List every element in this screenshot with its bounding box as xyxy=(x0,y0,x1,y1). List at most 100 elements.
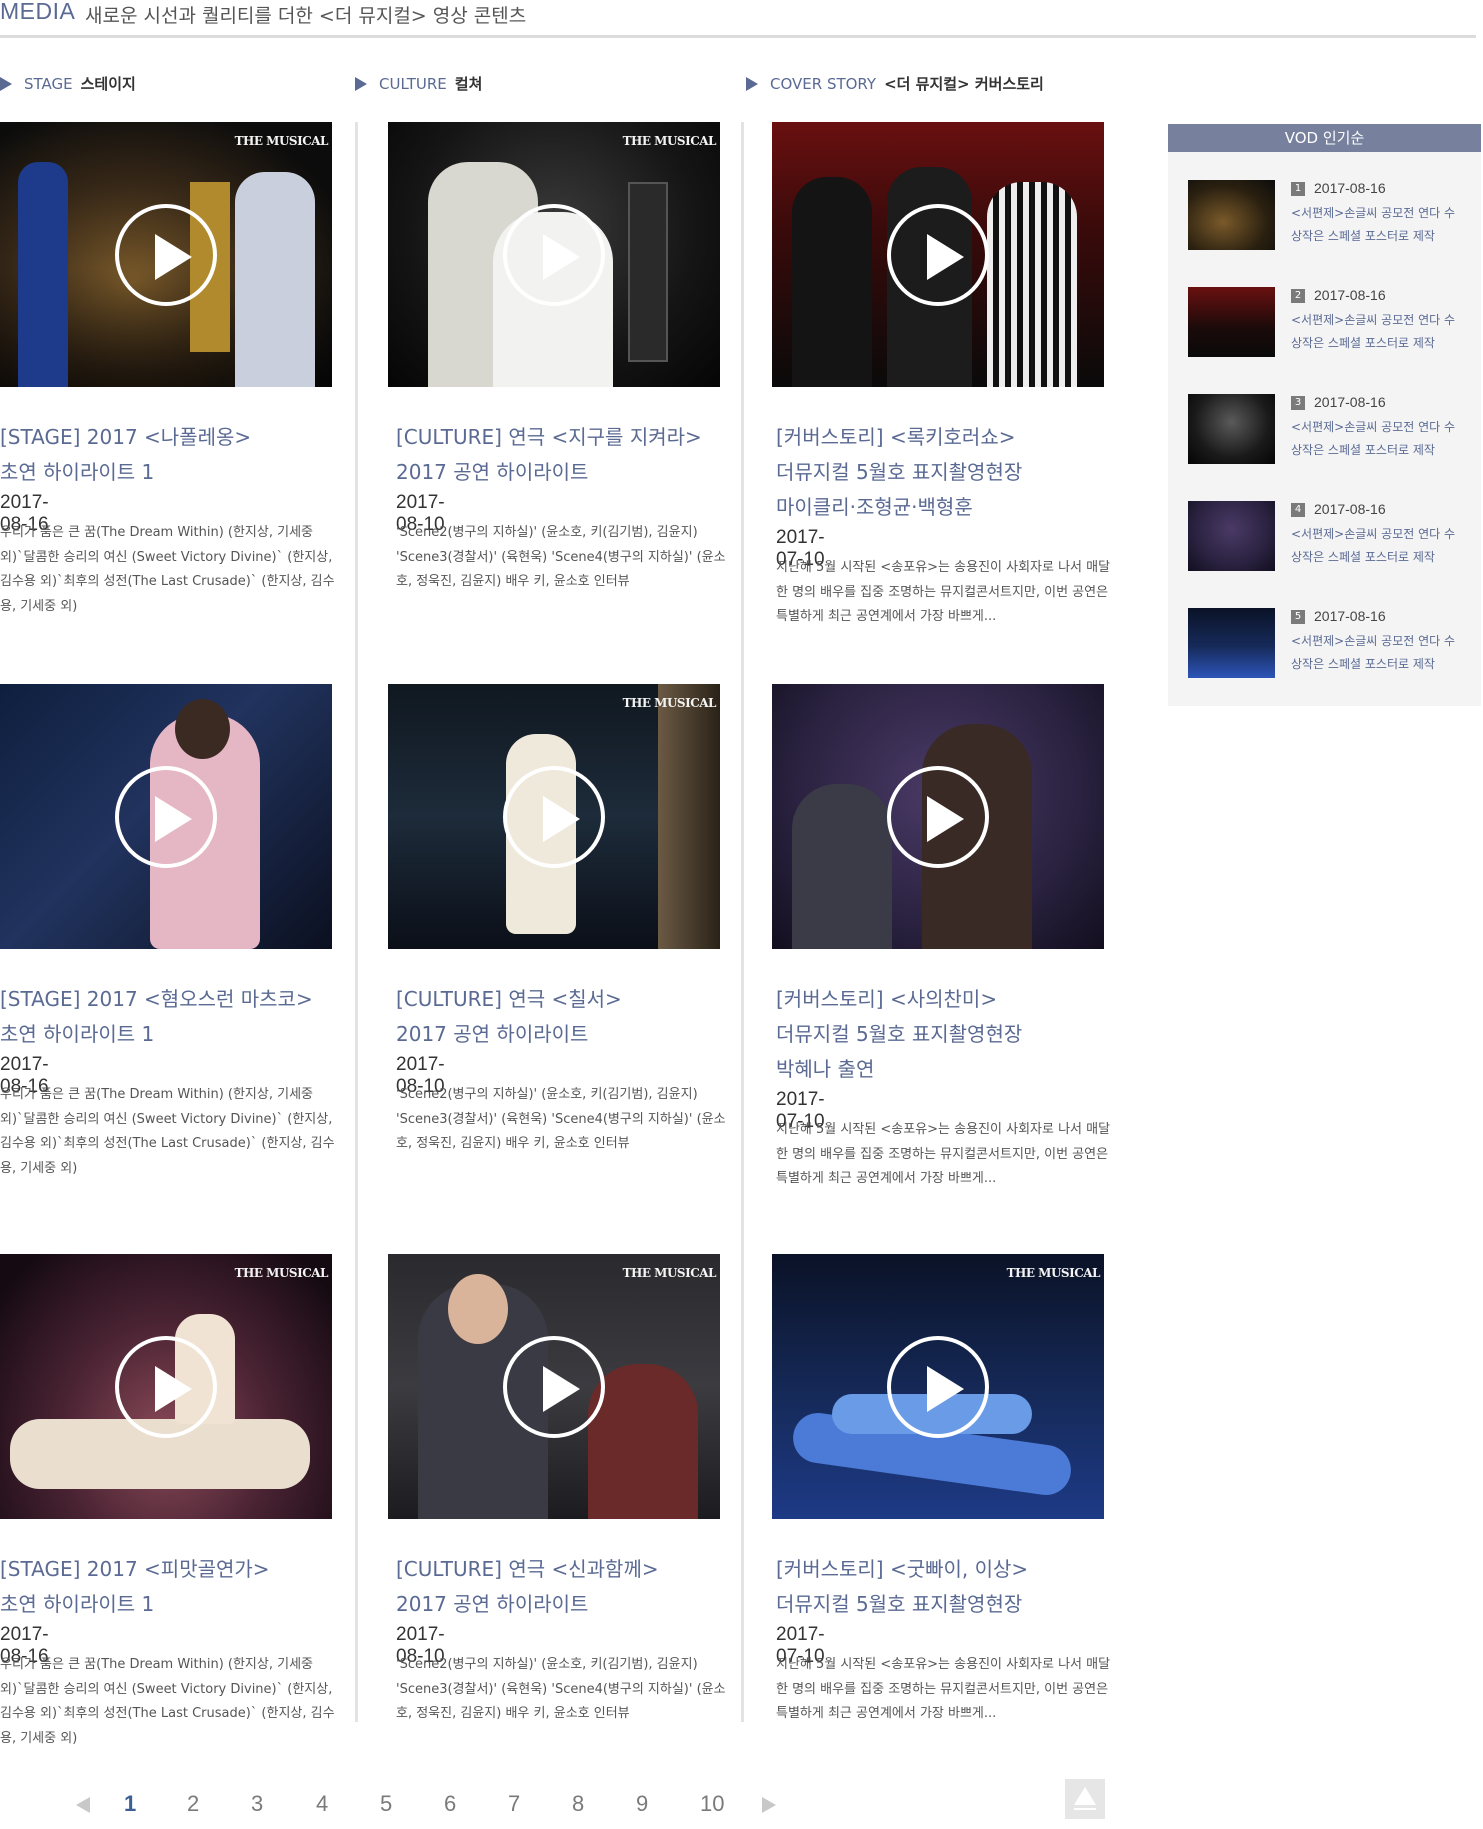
vod-title[interactable]: <서편제>손글씨 공모전 연다 수상작은 스페셜 포스터로 제작 xyxy=(1291,202,1466,248)
chevron-right-icon[interactable] xyxy=(762,1797,776,1813)
video-thumbnail[interactable]: THE MUSICAL xyxy=(772,1254,1104,1519)
video-thumbnail[interactable] xyxy=(772,684,1104,949)
vod-thumbnail[interactable] xyxy=(1188,394,1275,464)
card-description: 지난해 5월 시작된 <송포유>는 송용진이 사회자로 나서 매달 한 명의 배… xyxy=(776,560,1111,624)
video-thumbnail[interactable]: THE MUSICAL xyxy=(0,122,332,387)
triangle-right-icon xyxy=(0,76,12,91)
category-label-ko: 컬쳐 xyxy=(454,75,483,93)
vod-date: 2017-08-16 xyxy=(1314,501,1386,517)
page-link[interactable]: 10 xyxy=(700,1791,724,1817)
section-subtitle: 새로운 시선과 퀄리티를 더한 <더 뮤지컬> 영상 콘텐츠 xyxy=(85,5,527,27)
video-thumbnail[interactable]: THE MUSICAL xyxy=(388,1254,720,1519)
brand-watermark: THE MUSICAL xyxy=(622,696,717,710)
video-thumbnail[interactable] xyxy=(0,684,332,949)
triangle-right-icon xyxy=(746,76,758,91)
vod-date: 2017-08-16 xyxy=(1314,180,1386,196)
vod-thumbnail[interactable] xyxy=(1188,287,1275,357)
card-title[interactable]: [STAGE] 2017 <혐오스런 마츠코> 초연 하이라이트 1 xyxy=(0,982,350,1052)
card-title[interactable]: [CULTURE] 연극 <지구를 지켜라> 2017 공연 하이라이트 xyxy=(396,420,746,490)
vod-thumbnail[interactable] xyxy=(1188,501,1275,571)
section-title: MEDIA xyxy=(0,0,76,24)
card-title[interactable]: [커버스토리] <굿빠이, 이상> 더뮤지컬 5월호 표지촬영현장 xyxy=(776,1552,1126,1622)
brand-watermark: THE MUSICAL xyxy=(234,1266,329,1280)
vod-title[interactable]: <서편제>손글씨 공모전 연다 수상작은 스페셜 포스터로 제작 xyxy=(1291,416,1466,462)
card-description: 우리가 품은 큰 꿈(The Dream Within) (한지상, 기세중 외… xyxy=(0,1657,335,1746)
card-description: 'Scene2(병구의 지하실)' (윤소호, 키(김기범), 김윤지) 'Sc… xyxy=(396,525,726,589)
play-icon[interactable] xyxy=(503,1335,605,1438)
video-thumbnail[interactable]: THE MUSICAL xyxy=(388,684,720,949)
card-description: 지난해 5월 시작된 <송포유>는 송용진이 사회자로 나서 매달 한 명의 배… xyxy=(776,1657,1111,1721)
rank-badge: 5 xyxy=(1291,610,1305,624)
play-icon[interactable] xyxy=(887,765,989,868)
category-label-ko: 스테이지 xyxy=(80,75,136,93)
rank-badge: 2 xyxy=(1291,289,1305,303)
category-stage[interactable]: STAGE 스테이지 xyxy=(0,73,136,94)
play-icon[interactable] xyxy=(115,203,217,306)
category-label-en: CULTURE xyxy=(379,74,447,93)
brand-watermark: THE MUSICAL xyxy=(622,134,717,148)
category-label-ko: <더 뮤지컬> 커버스토리 xyxy=(884,75,1044,93)
play-icon[interactable] xyxy=(887,203,989,306)
play-icon[interactable] xyxy=(115,1335,217,1438)
category-cover-story[interactable]: COVER STORY <더 뮤지컬> 커버스토리 xyxy=(746,73,1044,94)
page-link[interactable]: 1 xyxy=(124,1791,136,1817)
page-link[interactable]: 4 xyxy=(316,1791,328,1817)
vod-thumbnail[interactable] xyxy=(1188,608,1275,678)
card-title[interactable]: [STAGE] 2017 <나폴레옹> 초연 하이라이트 1 xyxy=(0,420,350,490)
page-header: MEDIA 새로운 시선과 퀄리티를 더한 <더 뮤지컬> 영상 콘텐츠 xyxy=(0,0,1476,38)
page-link[interactable]: 7 xyxy=(508,1791,520,1817)
triangle-right-icon xyxy=(355,76,367,91)
card-title[interactable]: [CULTURE] 연극 <칠서> 2017 공연 하이라이트 xyxy=(396,982,746,1052)
rank-badge: 1 xyxy=(1291,182,1305,196)
rank-badge: 3 xyxy=(1291,396,1305,410)
vod-item[interactable]: 2 2017-08-16 <서편제>손글씨 공모전 연다 수상작은 스페셜 포스… xyxy=(1188,287,1473,357)
page-link[interactable]: 8 xyxy=(572,1791,584,1817)
vod-thumbnail[interactable] xyxy=(1188,180,1275,250)
card-title[interactable]: [CULTURE] 연극 <신과함께> 2017 공연 하이라이트 xyxy=(396,1552,746,1622)
page-link[interactable]: 5 xyxy=(380,1791,392,1817)
vod-date: 2017-08-16 xyxy=(1314,608,1386,624)
play-icon[interactable] xyxy=(503,203,605,306)
vod-heading: VOD 인기순 xyxy=(1168,124,1481,152)
vod-date: 2017-08-16 xyxy=(1314,394,1386,410)
page-link[interactable]: 3 xyxy=(251,1791,263,1817)
vod-date: 2017-08-16 xyxy=(1314,287,1386,303)
play-icon[interactable] xyxy=(503,765,605,868)
video-thumbnail[interactable]: THE MUSICAL xyxy=(0,1254,332,1519)
chevron-left-icon[interactable] xyxy=(76,1797,90,1813)
card-description: 우리가 품은 큰 꿈(The Dream Within) (한지상, 기세중 외… xyxy=(0,525,335,614)
column-divider xyxy=(741,122,744,1722)
card-title[interactable]: [커버스토리] <록키호러쇼> 더뮤지컬 5월호 표지촬영현장 마이클리·조형균… xyxy=(776,420,1126,525)
scroll-top-icon[interactable] xyxy=(1065,1779,1105,1819)
category-culture[interactable]: CULTURE 컬쳐 xyxy=(355,73,482,94)
page-link[interactable]: 6 xyxy=(444,1791,456,1817)
video-thumbnail[interactable] xyxy=(772,122,1104,387)
column-divider xyxy=(355,122,358,1722)
video-thumbnail[interactable]: THE MUSICAL xyxy=(388,122,720,387)
brand-watermark: THE MUSICAL xyxy=(234,134,329,148)
vod-title[interactable]: <서편제>손글씨 공모전 연다 수상작은 스페셜 포스터로 제작 xyxy=(1291,523,1466,569)
category-label-en: STAGE xyxy=(24,74,73,93)
vod-item[interactable]: 1 2017-08-16 <서편제>손글씨 공모전 연다 수상작은 스페셜 포스… xyxy=(1188,180,1473,250)
page-link[interactable]: 2 xyxy=(187,1791,199,1817)
pagination: 1 2 3 4 5 6 7 8 9 10 xyxy=(0,1791,1000,1821)
rank-badge: 4 xyxy=(1291,503,1305,517)
vod-item[interactable]: 5 2017-08-16 <서편제>손글씨 공모전 연다 수상작은 스페셜 포스… xyxy=(1188,608,1473,678)
card-description: 'Scene2(병구의 지하실)' (윤소호, 키(김기범), 김윤지) 'Sc… xyxy=(396,1657,726,1721)
card-title[interactable]: [커버스토리] <사의찬미> 더뮤지컬 5월호 표지촬영현장 박혜나 출연 xyxy=(776,982,1126,1087)
vod-item[interactable]: 4 2017-08-16 <서편제>손글씨 공모전 연다 수상작은 스페셜 포스… xyxy=(1188,501,1473,571)
play-icon[interactable] xyxy=(887,1335,989,1438)
category-label-en: COVER STORY xyxy=(770,74,877,93)
card-description: 지난해 5월 시작된 <송포유>는 송용진이 사회자로 나서 매달 한 명의 배… xyxy=(776,1122,1111,1186)
brand-watermark: THE MUSICAL xyxy=(1006,1266,1101,1280)
vod-item[interactable]: 3 2017-08-16 <서편제>손글씨 공모전 연다 수상작은 스페셜 포스… xyxy=(1188,394,1473,464)
card-description: 우리가 품은 큰 꿈(The Dream Within) (한지상, 기세중 외… xyxy=(0,1087,335,1176)
play-icon[interactable] xyxy=(115,765,217,868)
vod-title[interactable]: <서편제>손글씨 공모전 연다 수상작은 스페셜 포스터로 제작 xyxy=(1291,309,1466,355)
card-description: 'Scene2(병구의 지하실)' (윤소호, 키(김기범), 김윤지) 'Sc… xyxy=(396,1087,726,1151)
vod-popular-panel: VOD 인기순 1 2017-08-16 <서편제>손글씨 공모전 연다 수상작… xyxy=(1168,124,1481,706)
page-link[interactable]: 9 xyxy=(636,1791,648,1817)
card-title[interactable]: [STAGE] 2017 <피맛골연가> 초연 하이라이트 1 xyxy=(0,1552,350,1622)
brand-watermark: THE MUSICAL xyxy=(622,1266,717,1280)
vod-title[interactable]: <서편제>손글씨 공모전 연다 수상작은 스페셜 포스터로 제작 xyxy=(1291,630,1466,676)
